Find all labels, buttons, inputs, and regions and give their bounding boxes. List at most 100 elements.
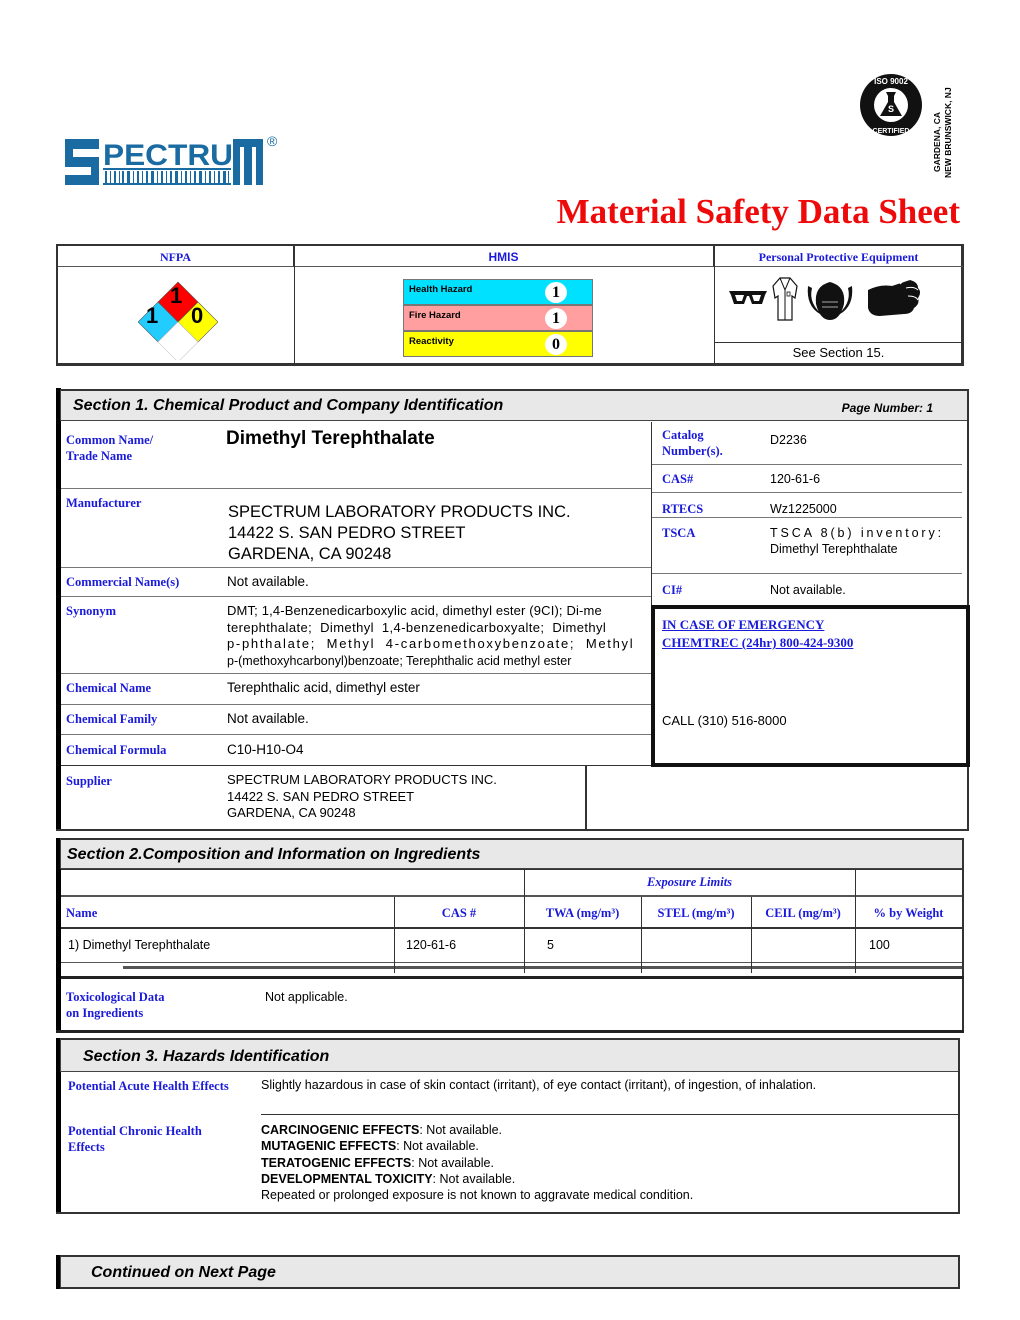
common-name-value: Dimethyl Terephthalate — [226, 428, 435, 449]
chemical-family-value: Not available. — [227, 711, 309, 726]
chronic-item: MUTAGENIC EFFECTS: Not available. — [261, 1138, 693, 1154]
col-cas: CAS # — [441, 906, 477, 920]
supplier-address: SPECTRUM LABORATORY PRODUCTS INC. 14422 … — [227, 772, 497, 822]
section2-title: Section 2.Composition and Information on… — [67, 846, 481, 863]
chronic-key: DEVELOPMENTAL TOXICITY — [261, 1171, 433, 1186]
hmis-health-value: 1 — [545, 282, 567, 303]
safety-glasses-icon — [729, 291, 767, 304]
chronic-item: CARCINOGENIC EFFECTS: Not available. — [261, 1122, 693, 1138]
chronic-key: CARCINOGENIC EFFECTS — [261, 1123, 420, 1137]
chronic-value: : Not available. — [432, 1171, 516, 1186]
section3-title: Section 3. Hazards Identification — [83, 1048, 330, 1065]
chronic-value: : Not available. — [411, 1155, 494, 1170]
svg-text:S: S — [888, 104, 894, 114]
chemtrec-phone-link[interactable]: CHEMTREC (24hr) 800-424-9300 — [662, 635, 853, 651]
ingredient-twa: 5 — [547, 938, 554, 952]
location-new-brunswick: NEW BRUNSWICK, NJ — [943, 87, 953, 178]
hmis-fire-label: Fire Hazard — [409, 310, 461, 321]
nfpa-diamond: 1 1 0 — [137, 280, 219, 363]
nfpa-fire-rating: 1 — [170, 283, 183, 308]
ingredients-table: Exposure Limits Name CAS # TWA (mg/m³) S… — [61, 869, 962, 973]
col-twa: TWA (mg/m³) — [545, 906, 620, 920]
ingredient-name: 1) Dimethyl Terephthalate — [68, 938, 211, 952]
manufacturer-address: SPECTRUM LABORATORY PRODUCTS INC. 14422 … — [228, 502, 571, 565]
company-locations: GARDENA, CA NEW BRUNSWICK, NJ — [928, 60, 962, 180]
rtecs-label: RTECS — [662, 502, 704, 516]
emergency-contact-box: IN CASE OF EMERGENCY CHEMTREC (24hr) 800… — [651, 605, 970, 767]
col-ceil: CEIL (mg/m³) — [765, 906, 841, 920]
synonym-line: DMT; 1,4-Benzenedicarboxylic acid, dimet… — [227, 603, 602, 618]
chronic-item: DEVELOPMENTAL TOXICITY: Not available. — [261, 1171, 693, 1187]
tsca-value-line1: TSCA 8(b) inventory: — [770, 526, 945, 540]
ci-label: CI# — [662, 583, 683, 597]
document-title: Material Safety Data Sheet — [556, 192, 960, 231]
nfpa-header: NFPA — [58, 246, 294, 267]
common-name-label: Common Name/ Trade Name — [66, 433, 154, 463]
supplier-label: Supplier — [66, 774, 112, 788]
synonym-line: p-(methoxyhcarbonyl)benzoate; Terephthal… — [227, 653, 572, 668]
gloves-icon — [868, 279, 920, 316]
emergency-link[interactable]: IN CASE OF EMERGENCY — [662, 617, 824, 633]
spectrum-logo: PECTRU ® — [65, 133, 285, 190]
ingredient-weight: 100 — [869, 938, 890, 952]
page-number: Page Number: 1 — [841, 401, 933, 415]
nfpa-health-rating: 1 — [146, 303, 159, 328]
rtecs-value: Wz1225000 — [770, 502, 837, 516]
supplier-city: GARDENA, CA 90248 — [227, 805, 356, 820]
hmis-health-row: Health Hazard 1 — [403, 279, 593, 305]
hazard-ratings-table: NFPA HMIS Personal Protective Equipment … — [56, 244, 964, 366]
manufacturer-name: SPECTRUM LABORATORY PRODUCTS INC. — [228, 503, 571, 521]
ppe-note: See Section 15. — [792, 345, 885, 360]
cas-value: 120-61-6 — [770, 472, 821, 486]
chemical-family-label: Chemical Family — [66, 712, 158, 726]
iso-9002-badge: S ISO 9002 CERTIFIED — [858, 72, 924, 138]
continued-banner: Continued on Next Page — [60, 1255, 960, 1289]
hmis-reactivity-row: Reactivity 0 — [403, 331, 593, 357]
acute-effects-value: Slightly hazardous in case of skin conta… — [261, 1078, 817, 1092]
chronic-value: : Not available. — [396, 1139, 479, 1154]
hmis-header: HMIS — [294, 246, 714, 267]
nfpa-reactivity-rating: 0 — [191, 303, 204, 328]
chronic-effects-list: CARCINOGENIC EFFECTS: Not available. MUT… — [261, 1122, 693, 1203]
col-stel: STEL (mg/m³) — [657, 906, 735, 920]
location-gardena: GARDENA, CA — [932, 112, 942, 172]
svg-text:CERTIFIED: CERTIFIED — [873, 128, 910, 135]
supplier-name: SPECTRUM LABORATORY PRODUCTS INC. — [227, 772, 497, 787]
tsca-label: TSCA — [662, 526, 696, 540]
hmis-reactivity-label: Reactivity — [409, 336, 454, 347]
toxicological-value: Not applicable. — [265, 990, 348, 1004]
hmis-fire-row: Fire Hazard 1 — [403, 305, 593, 331]
acute-effects-label: Potential Acute Health Effects — [68, 1079, 229, 1093]
dust-respirator-icon — [807, 282, 853, 320]
catalog-value: D2236 — [770, 433, 807, 447]
svg-text:PECTRU: PECTRU — [103, 139, 233, 172]
chronic-value: : Not available. — [419, 1123, 503, 1137]
synonym-line: p-phthalate; Methyl 4-carbomethoxybenzoa… — [227, 636, 635, 651]
chemical-formula-label: Chemical Formula — [66, 743, 167, 757]
chronic-item: TERATOGENIC EFFECTS: Not available. — [261, 1155, 693, 1171]
exposure-limits-header: Exposure Limits — [646, 875, 733, 889]
ingredient-cas: 120-61-6 — [406, 938, 457, 952]
synonym-line: terephthalate; Dimethyl 1,4-benzenedicar… — [227, 619, 607, 635]
emergency-call-number: CALL (310) 516-8000 — [662, 713, 787, 728]
section1-title: Section 1. Chemical Product and Company … — [73, 397, 504, 414]
chemical-formula-value: C10-H10-O4 — [227, 742, 304, 757]
chronic-key: TERATOGENIC EFFECTS — [261, 1155, 412, 1170]
hmis-reactivity-value: 0 — [545, 334, 567, 355]
registered-mark: ® — [267, 133, 278, 149]
cas-label: CAS# — [662, 472, 694, 486]
synonym-label: Synonym — [66, 604, 117, 618]
svg-text:ISO 9002: ISO 9002 — [874, 77, 908, 86]
col-weight: % by Weight — [873, 906, 944, 920]
col-name: Name — [66, 906, 98, 920]
toxicological-label: Toxicological Data on Ingredients — [66, 990, 165, 1020]
hmis-fire-value: 1 — [545, 308, 567, 329]
lab-coat-icon — [772, 277, 798, 321]
ppe-header: Personal Protective Equipment — [714, 246, 963, 267]
catalog-label: Catalog Number(s). — [662, 428, 723, 458]
section3-header: Section 3. Hazards Identification — [60, 1038, 960, 1072]
chronic-effects-label: Potential Chronic Health Effects — [68, 1124, 202, 1154]
supplier-street: 14422 S. SAN PEDRO STREET — [227, 788, 415, 804]
chronic-key: MUTAGENIC EFFECTS — [261, 1139, 397, 1154]
section1-header: Section 1. Chemical Product and Company … — [60, 389, 969, 421]
